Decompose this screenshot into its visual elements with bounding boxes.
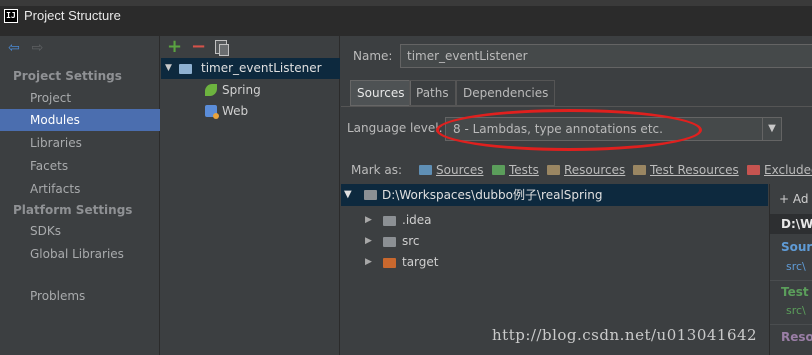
chevron-down-icon[interactable]: ▼ [762,117,782,141]
module-settings-panel: Name: timer_eventListener Sources Paths … [341,36,812,355]
nav-arrows: ⇦ ⇨ [8,40,51,56]
nav-item-project[interactable]: Project [0,87,160,109]
module-tree-panel: + − ▼ timer_eventListener Spring Web [161,36,340,355]
mark-label: Excluded [764,163,812,177]
add-label: Ad [792,192,809,206]
add-module-button[interactable]: + [167,36,182,57]
title-bar: IJ Project Structure [0,0,812,36]
mark-as-label: Mark as: [351,163,403,177]
excluded-folder-icon [383,258,396,268]
tree-node-idea[interactable]: ▶ .idea [341,210,768,231]
expand-triangle-icon[interactable]: ▼ [165,58,172,79]
web-globe-icon [205,105,219,119]
name-label: Name: [353,49,393,63]
mark-as-test-resources[interactable]: Test Resources [633,163,739,177]
sources-folder-icon [419,165,432,175]
test-folders-heading: Test [781,285,809,299]
nav-item-facets[interactable]: Facets [0,155,160,177]
resources-folder-icon [547,165,560,175]
folder-icon [383,237,396,247]
nav-item-sdks[interactable]: SDKs [0,220,160,242]
content-root-path: D:\Workspaces\dubbo例子\realSpring [382,188,603,202]
mark-label: Sources [436,163,484,177]
plus-icon: + [779,192,793,206]
arrow-left-icon[interactable]: ⇦ [8,40,20,56]
tree-node-src[interactable]: ▶ src [341,231,768,252]
tab-dependencies[interactable]: Dependencies [456,80,556,106]
background-window-strip [0,0,812,6]
section-project-settings: Project Settings [13,69,122,83]
nav-item-global-libraries[interactable]: Global Libraries [0,243,160,265]
tree-node-target[interactable]: ▶ target [341,252,768,273]
source-folders-heading: Sour [781,240,812,254]
mark-as-resources[interactable]: Resources [547,163,625,177]
mark-as-tests[interactable]: Tests [492,163,539,177]
nav-item-modules[interactable]: Modules [0,109,160,131]
content-root-side-panel: + Ad D:\W Sour src\ Test src\ Reso [769,184,812,355]
expand-triangle-icon[interactable]: ▼ [344,184,352,206]
intellij-logo-icon: IJ [4,9,18,23]
language-level-label: Language level: [347,121,443,135]
remove-module-button[interactable]: − [191,36,206,57]
module-folder-icon [179,64,192,74]
collapse-triangle-icon[interactable]: ▶ [365,252,372,273]
facet-label: Web [222,104,249,118]
mark-label: Resources [564,163,626,177]
watermark-text: http://blog.csdn.net/u013041642 [492,326,758,344]
mark-label: Test Resources [650,163,739,177]
copy-icon[interactable] [215,40,229,56]
add-content-root-button[interactable]: + Ad [779,192,809,206]
nav-item-artifacts[interactable]: Artifacts [0,178,160,200]
red-ellipse-annotation [436,109,702,151]
tab-paths[interactable]: Paths [409,80,456,106]
folder-name: target [402,255,439,269]
name-field[interactable]: timer_eventListener [400,44,812,68]
mark-label: Tests [509,163,539,177]
module-tree-root[interactable]: ▼ timer_eventListener [161,58,340,79]
collapse-triangle-icon[interactable]: ▶ [365,210,372,231]
settings-nav-panel: ⇦ ⇨ Project Settings Project Modules Lib… [0,36,160,355]
nav-item-libraries[interactable]: Libraries [0,132,160,154]
test-resources-folder-icon [633,165,646,175]
tests-folder-icon [492,165,505,175]
folder-name: src [402,234,420,248]
folder-icon [364,190,377,200]
spring-leaf-icon [205,84,217,96]
mark-as-excluded[interactable]: Excluded [747,163,812,177]
section-platform-settings: Platform Settings [13,203,133,217]
module-name: timer_eventListener [201,61,322,75]
excluded-folder-icon [747,165,760,175]
folder-icon [383,216,396,226]
collapse-triangle-icon[interactable]: ▶ [365,231,372,252]
tab-divider [341,106,812,107]
content-root-row[interactable]: ▼ D:\Workspaces\dubbo例子\realSpring [341,184,768,206]
test-folder-entry[interactable]: src\ [786,304,806,317]
window-title: Project Structure [24,8,121,23]
source-folder-entry[interactable]: src\ [786,260,806,273]
folder-name: .idea [402,213,432,227]
divider [770,280,812,281]
arrow-right-icon[interactable]: ⇨ [32,40,44,56]
nav-item-problems[interactable]: Problems [0,285,160,307]
tab-sources[interactable]: Sources [350,80,412,106]
divider [770,324,812,325]
resource-folders-heading: Reso [781,330,812,344]
content-root-header: D:\W [770,214,812,234]
mark-as-sources[interactable]: Sources [419,163,483,177]
facet-label: Spring [222,83,261,97]
